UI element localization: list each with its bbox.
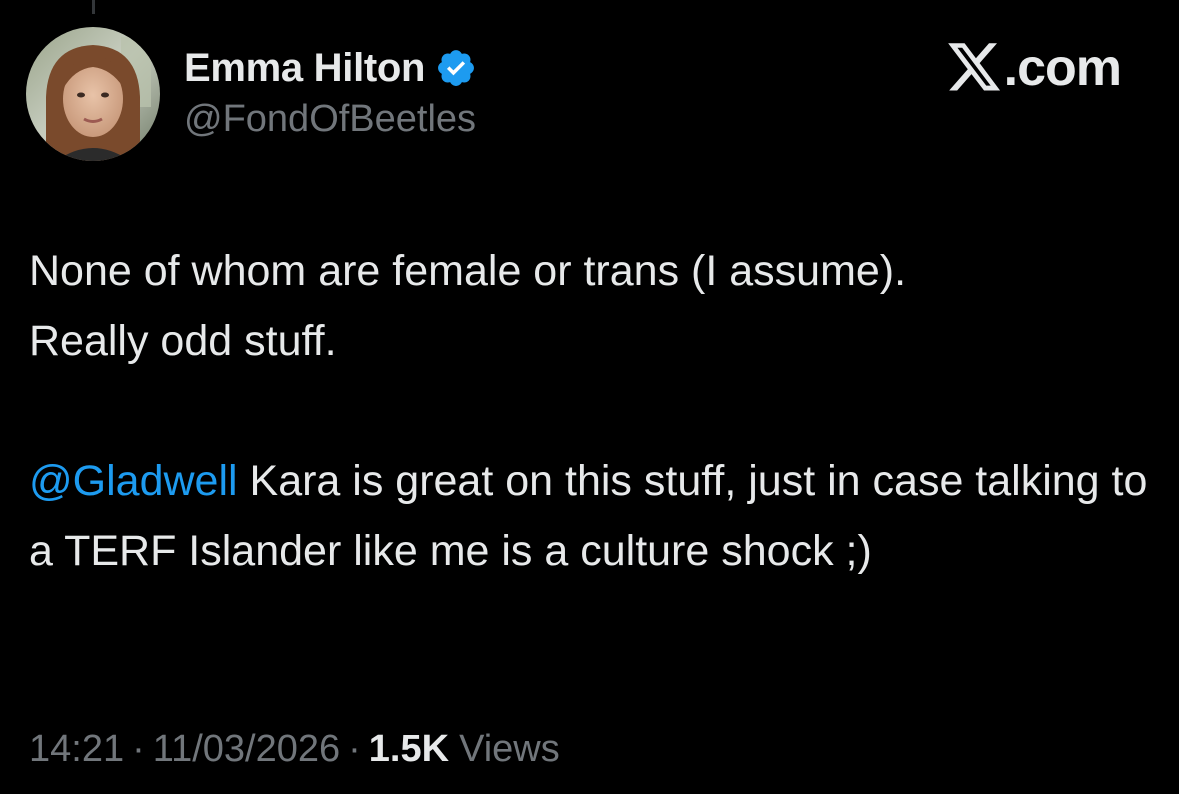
thread-connector-line (92, 0, 95, 14)
meta-separator: · (132, 728, 145, 770)
meta-separator: · (348, 728, 361, 770)
tweet-paragraph-1: None of whom are female or trans (I assu… (29, 247, 907, 365)
tweet-text: None of whom are female or trans (I assu… (29, 236, 1159, 586)
avatar[interactable] (26, 27, 160, 161)
mention-link[interactable]: @Gladwell (29, 457, 238, 505)
author-name-row[interactable]: Emma Hilton (184, 44, 477, 92)
x-logo-icon (947, 43, 1002, 93)
tweet-date[interactable]: 11/03/2026 (153, 728, 340, 771)
author-display-name[interactable]: Emma Hilton (184, 46, 425, 91)
author-handle[interactable]: @FondOfBeetles (184, 98, 476, 141)
tweet-time[interactable]: 14:21 (29, 728, 124, 771)
views-label: Views (459, 728, 560, 770)
verified-badge-icon (435, 47, 477, 89)
tweet-paragraph-2: @Gladwell Kara is great on this stuff, j… (29, 446, 1159, 586)
site-brand: .com (947, 38, 1122, 98)
avatar-image (26, 27, 160, 161)
tweet-meta: 14:21 · 11/03/2026 · 1.5K Views (29, 728, 560, 771)
brand-domain-text: .com (1003, 39, 1122, 97)
views-count: 1.5K (368, 728, 450, 770)
